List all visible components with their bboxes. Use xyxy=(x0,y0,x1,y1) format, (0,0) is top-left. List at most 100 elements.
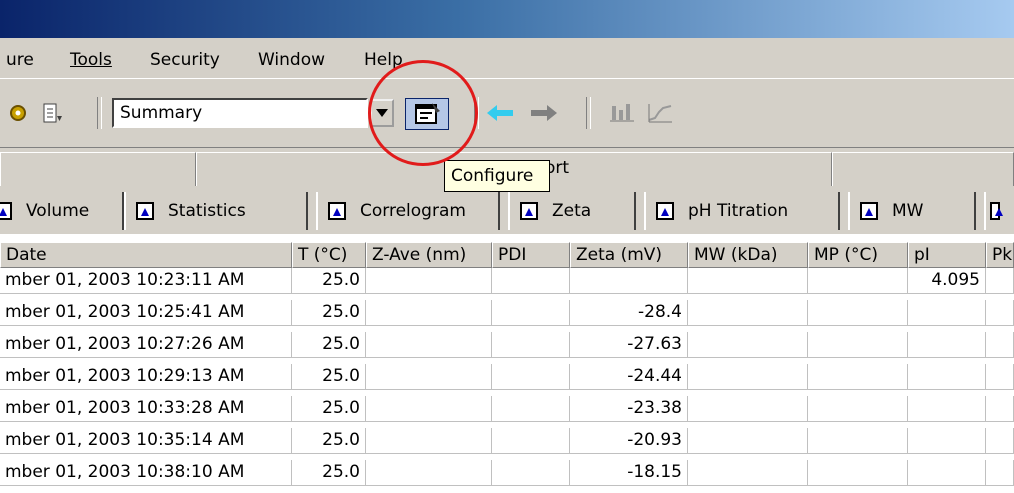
tab-mw[interactable]: MW xyxy=(848,192,976,230)
cell-zeta[interactable] xyxy=(570,268,688,294)
cell-mw[interactable] xyxy=(688,364,808,390)
menu-window[interactable]: Window xyxy=(258,50,325,70)
cell-date[interactable]: mber 01, 2003 10:35:14 AM xyxy=(0,428,292,454)
cell-zeta[interactable]: -20.93 xyxy=(570,428,688,454)
menu-help[interactable]: Help xyxy=(364,50,403,70)
cell-pi[interactable] xyxy=(908,364,986,390)
column-header-date[interactable]: Date xyxy=(0,242,292,268)
cell-zeta[interactable]: -27.63 xyxy=(570,332,688,358)
report-tab[interactable] xyxy=(832,152,1014,186)
cell-mp[interactable] xyxy=(808,300,908,326)
cell-z-ave[interactable] xyxy=(366,428,492,454)
table-row[interactable]: mber 01, 2003 10:33:28 AM 25.0 -23.38 xyxy=(0,396,1014,422)
cell-pk[interactable] xyxy=(986,332,1014,358)
column-header-zeta[interactable]: Zeta (mV) xyxy=(570,242,688,268)
cell-pk[interactable] xyxy=(986,460,1014,486)
cell-mp[interactable] xyxy=(808,364,908,390)
cell-zeta[interactable]: -24.44 xyxy=(570,364,688,390)
cell-z-ave[interactable] xyxy=(366,396,492,422)
cell-pdi[interactable] xyxy=(492,460,570,486)
cell-temperature[interactable]: 25.0 xyxy=(292,428,366,454)
column-header-temperature[interactable]: T (°C) xyxy=(292,242,366,268)
cell-pdi[interactable] xyxy=(492,428,570,454)
table-row[interactable]: mber 01, 2003 10:23:11 AM 25.0 4.095 xyxy=(0,268,1014,294)
column-header-pk[interactable]: Pk xyxy=(986,242,1014,268)
cell-pdi[interactable] xyxy=(492,332,570,358)
cell-mp[interactable] xyxy=(808,428,908,454)
gear-icon[interactable] xyxy=(4,99,32,127)
cell-date[interactable]: mber 01, 2003 10:25:41 AM xyxy=(0,300,292,326)
cell-mw[interactable] xyxy=(688,268,808,294)
cell-temperature[interactable]: 25.0 xyxy=(292,396,366,422)
table-row[interactable]: mber 01, 2003 10:27:26 AM 25.0 -27.63 xyxy=(0,332,1014,358)
tab-overflow[interactable] xyxy=(984,192,1014,230)
cell-z-ave[interactable] xyxy=(366,364,492,390)
cell-date[interactable]: mber 01, 2003 10:23:11 AM xyxy=(0,268,292,294)
tab-ph-titration[interactable]: pH Titration xyxy=(644,192,840,230)
cell-zeta[interactable]: -23.38 xyxy=(570,396,688,422)
cell-pi[interactable]: 4.095 xyxy=(908,268,986,294)
menu-tools[interactable]: Tools xyxy=(70,50,112,70)
cell-mw[interactable] xyxy=(688,300,808,326)
cell-mw[interactable] xyxy=(688,396,808,422)
column-header-z-ave[interactable]: Z-Ave (nm) xyxy=(366,242,492,268)
sort-icon[interactable] xyxy=(38,99,66,127)
cell-z-ave[interactable] xyxy=(366,332,492,358)
cell-mw[interactable] xyxy=(688,428,808,454)
cell-mw[interactable] xyxy=(688,332,808,358)
tab-volume[interactable]: Volume xyxy=(0,192,124,230)
cell-mp[interactable] xyxy=(808,332,908,358)
column-header-mw[interactable]: MW (kDa) xyxy=(688,242,808,268)
cell-pi[interactable] xyxy=(908,428,986,454)
tab-statistics[interactable]: Statistics xyxy=(124,192,308,230)
cell-pi[interactable] xyxy=(908,332,986,358)
table-row[interactable]: mber 01, 2003 10:35:14 AM 25.0 -20.93 xyxy=(0,428,1014,454)
cell-temperature[interactable]: 25.0 xyxy=(292,332,366,358)
cell-mp[interactable] xyxy=(808,460,908,486)
cell-pdi[interactable] xyxy=(492,364,570,390)
cell-pdi[interactable] xyxy=(492,396,570,422)
cell-temperature[interactable]: 25.0 xyxy=(292,300,366,326)
cell-temperature[interactable]: 25.0 xyxy=(292,460,366,486)
cell-date[interactable]: mber 01, 2003 10:29:13 AM xyxy=(0,364,292,390)
cell-date[interactable]: mber 01, 2003 10:33:28 AM xyxy=(0,396,292,422)
cell-pi[interactable] xyxy=(908,460,986,486)
configure-button[interactable] xyxy=(405,98,449,130)
report-tab[interactable] xyxy=(0,152,196,186)
cell-date[interactable]: mber 01, 2003 10:38:10 AM xyxy=(0,460,292,486)
cell-date[interactable]: mber 01, 2003 10:27:26 AM xyxy=(0,332,292,358)
cell-temperature[interactable]: 25.0 xyxy=(292,364,366,390)
forward-arrow-icon[interactable] xyxy=(530,99,558,127)
back-arrow-icon[interactable] xyxy=(486,99,514,127)
menu-security[interactable]: Security xyxy=(150,50,220,70)
ph-icon[interactable] xyxy=(646,99,674,127)
cell-pk[interactable] xyxy=(986,396,1014,422)
cell-zeta[interactable]: -18.15 xyxy=(570,460,688,486)
mw-icon[interactable] xyxy=(608,99,636,127)
view-select[interactable]: Summary xyxy=(112,98,368,128)
cell-pi[interactable] xyxy=(908,300,986,326)
cell-z-ave[interactable] xyxy=(366,300,492,326)
cell-pdi[interactable] xyxy=(492,300,570,326)
table-row[interactable]: mber 01, 2003 10:38:10 AM 25.0 -18.15 xyxy=(0,460,1014,486)
cell-z-ave[interactable] xyxy=(366,268,492,294)
cell-mp[interactable] xyxy=(808,268,908,294)
column-header-pdi[interactable]: PDI xyxy=(492,242,570,268)
column-header-pi[interactable]: pI xyxy=(908,242,986,268)
cell-temperature[interactable]: 25.0 xyxy=(292,268,366,294)
cell-pk[interactable] xyxy=(986,364,1014,390)
cell-pk[interactable] xyxy=(986,300,1014,326)
column-header-mp[interactable]: MP (°C) xyxy=(808,242,908,268)
cell-pi[interactable] xyxy=(908,396,986,422)
table-row[interactable]: mber 01, 2003 10:29:13 AM 25.0 -24.44 xyxy=(0,364,1014,390)
cell-pk[interactable] xyxy=(986,268,1014,294)
tab-correlogram[interactable]: Correlogram xyxy=(316,192,500,230)
cell-pk[interactable] xyxy=(986,428,1014,454)
cell-mw[interactable] xyxy=(688,460,808,486)
table-row[interactable]: mber 01, 2003 10:25:41 AM 25.0 -28.4 xyxy=(0,300,1014,326)
dropdown-arrow-icon[interactable] xyxy=(370,99,394,127)
cell-z-ave[interactable] xyxy=(366,460,492,486)
cell-zeta[interactable]: -28.4 xyxy=(570,300,688,326)
menu-measure[interactable]: ure xyxy=(6,50,34,70)
cell-pdi[interactable] xyxy=(492,268,570,294)
